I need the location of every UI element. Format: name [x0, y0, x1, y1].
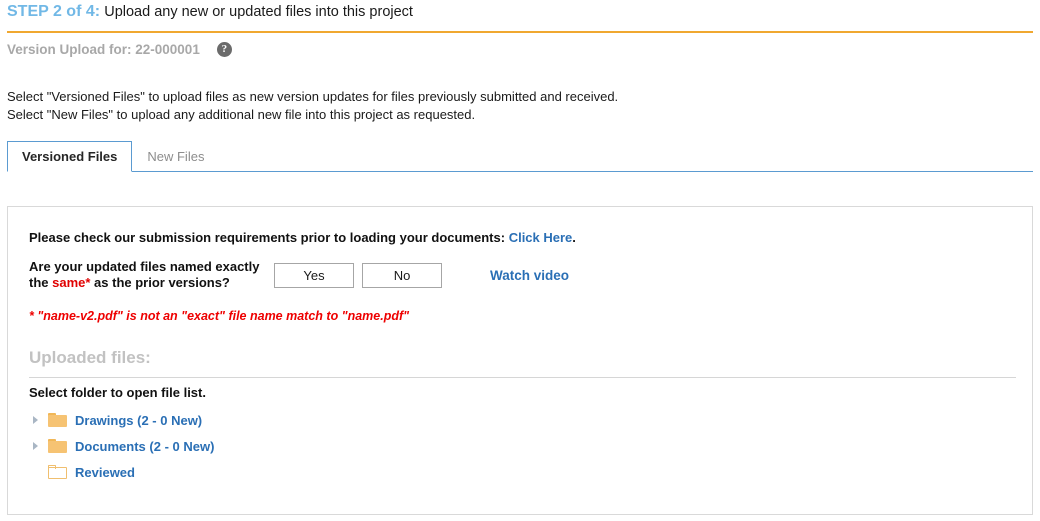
uploaded-files-divider — [29, 377, 1016, 378]
submission-requirements-text: Please check our submission requirements… — [29, 230, 506, 245]
help-icon[interactable]: ? — [216, 42, 232, 57]
header-divider — [7, 31, 1033, 33]
version-upload-label: Version Upload for: 22-000001 — [7, 42, 200, 57]
intro-text: Select "Versioned Files" to upload files… — [7, 88, 618, 124]
folder-icon-empty — [48, 465, 67, 479]
page-title: STEP 2 of 4: Upload any new or updated f… — [7, 2, 413, 22]
intro-line-1: Select "Versioned Files" to upload files… — [7, 89, 619, 104]
uploaded-files-heading: Uploaded files: — [29, 348, 151, 367]
step-label: STEP 2 of 4: — [7, 3, 101, 20]
tab-bar: Versioned Files New Files — [7, 141, 1033, 172]
answer-no-button[interactable]: No — [362, 262, 442, 288]
click-here-link[interactable]: Click Here — [509, 230, 573, 245]
tab-versioned-files[interactable]: Versioned Files — [7, 141, 133, 172]
question-line-2-suffix: as the prior versions? — [90, 275, 230, 290]
submission-requirements-line: Please check our submission requirements… — [29, 230, 576, 245]
version-upload-line: Version Upload for: 22-000001 ? — [7, 42, 232, 57]
question-line-2-prefix: the — [29, 275, 53, 290]
question-highlight-same: same* — [52, 275, 91, 290]
filename-question-text: Are your updated files named exactly the… — [29, 259, 274, 291]
requirements-period: . — [572, 230, 576, 245]
folder-icon — [48, 439, 67, 453]
folder-icon — [48, 413, 67, 427]
uploaded-files-tree: Drawings (2 - 0 New) Documents (2 - 0 Ne… — [29, 407, 214, 485]
intro-line-2: Select "New Files" to upload any additio… — [7, 107, 476, 122]
filename-question-row: Are your updated files named exactly the… — [29, 259, 569, 291]
folder-label-drawings[interactable]: Drawings (2 - 0 New) — [75, 413, 202, 428]
versioned-files-panel: Please check our submission requirements… — [7, 206, 1033, 515]
question-line-1: Are your updated files named exactly — [29, 259, 260, 274]
select-folder-instruction: Select folder to open file list. — [29, 385, 206, 400]
folder-row-drawings[interactable]: Drawings (2 - 0 New) — [29, 407, 214, 433]
folder-label-documents[interactable]: Documents (2 - 0 New) — [75, 439, 214, 454]
answer-yes-button[interactable]: Yes — [274, 262, 354, 288]
watch-video-link[interactable]: Watch video — [490, 268, 569, 283]
tab-new-files[interactable]: New Files — [132, 141, 219, 171]
filename-match-note: * "name-v2.pdf" is not an "exact" file n… — [29, 309, 410, 323]
expand-arrow-icon[interactable] — [29, 416, 48, 424]
step-description: Upload any new or updated files into thi… — [104, 4, 413, 20]
folder-row-documents[interactable]: Documents (2 - 0 New) — [29, 433, 214, 459]
expand-arrow-icon[interactable] — [29, 442, 48, 450]
folder-row-reviewed[interactable]: Reviewed — [29, 459, 214, 485]
folder-label-reviewed[interactable]: Reviewed — [75, 465, 135, 480]
